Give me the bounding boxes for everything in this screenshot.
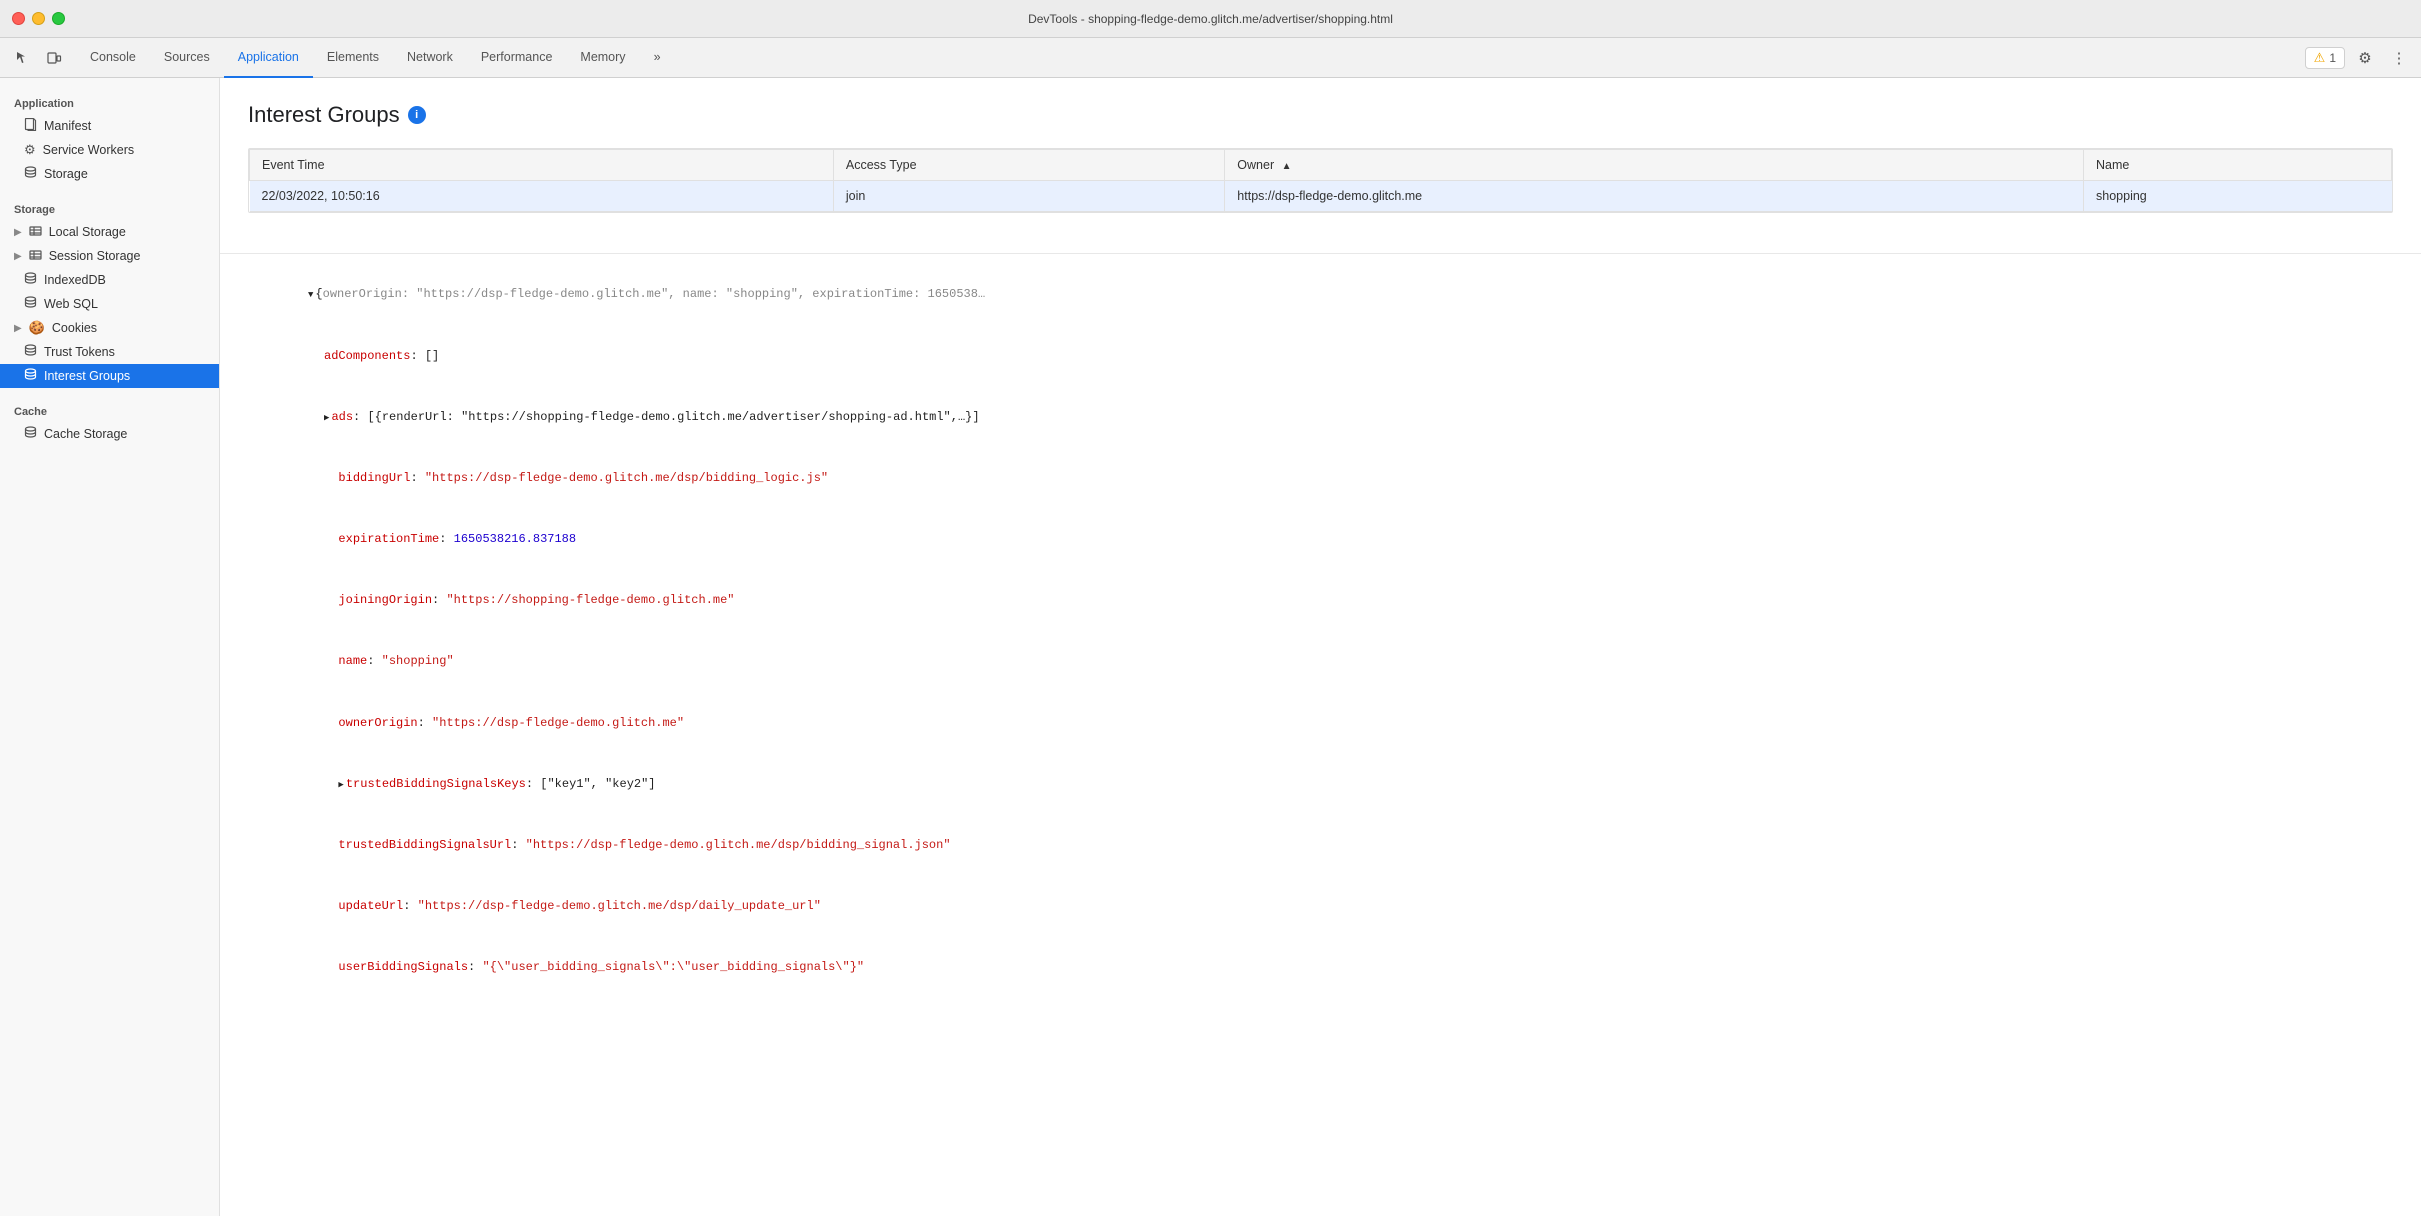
json-ads-line[interactable]: ads: [{renderUrl: "https://shopping-fled… — [236, 386, 2405, 447]
page-title: Interest Groups — [248, 102, 400, 128]
maximize-button[interactable] — [52, 12, 65, 25]
toolbar: Console Sources Application Elements Net… — [0, 38, 2421, 78]
sidebar-item-trust-tokens[interactable]: Trust Tokens — [0, 340, 219, 364]
warning-badge[interactable]: ⚠ 1 — [2305, 47, 2345, 69]
window-title: DevTools - shopping-fledge-demo.glitch.m… — [1028, 12, 1393, 26]
json-owner-origin: ownerOrigin: "https://dsp-fledge-demo.gl… — [236, 692, 2405, 753]
trust-tokens-icon — [24, 344, 37, 360]
tab-elements[interactable]: Elements — [313, 38, 393, 78]
cell-owner: https://dsp-fledge-demo.glitch.me — [1225, 181, 2084, 212]
json-user-bidding: userBiddingSignals: "{\"user_bidding_sig… — [236, 937, 2405, 998]
arrow-icon-cookies: ▶ — [14, 323, 22, 334]
sidebar-item-local-storage[interactable]: ▶ Local Storage — [0, 220, 219, 244]
minimize-button[interactable] — [32, 12, 45, 25]
tab-performance[interactable]: Performance — [467, 38, 567, 78]
sidebar-section-cache: Cache — [0, 396, 219, 422]
cell-event-time: 22/03/2022, 10:50:16 — [250, 181, 834, 212]
sidebar-section-storage: Storage — [0, 194, 219, 220]
expand-root[interactable] — [308, 288, 313, 303]
sidebar-item-cache-storage[interactable]: Cache Storage — [0, 422, 219, 446]
table-row[interactable]: 22/03/2022, 10:50:16 join https://dsp-fl… — [250, 181, 2392, 212]
arrow-icon-session: ▶ — [14, 251, 22, 262]
local-storage-icon — [29, 224, 42, 240]
json-root-line[interactable]: {ownerOrigin: "https://dsp-fledge-demo.g… — [236, 264, 2405, 325]
col-name[interactable]: Name — [2084, 150, 2392, 181]
inspect-icon[interactable] — [8, 44, 36, 72]
sidebar-item-interest-groups[interactable]: Interest Groups — [0, 364, 219, 388]
sidebar: Application Manifest ⚙ Service Workers — [0, 78, 220, 1216]
service-workers-icon: ⚙ — [24, 142, 36, 158]
sidebar-item-web-sql[interactable]: Web SQL — [0, 292, 219, 316]
json-update-url: updateUrl: "https://dsp-fledge-demo.glit… — [236, 876, 2405, 937]
cache-storage-icon — [24, 426, 37, 442]
warning-icon: ⚠ — [2314, 50, 2326, 66]
sidebar-item-session-storage[interactable]: ▶ Session Storage — [0, 244, 219, 268]
content-inner: Interest Groups i Event Time Access Type — [220, 78, 2421, 253]
toolbar-icon-group — [8, 44, 68, 72]
expand-ads[interactable] — [324, 411, 329, 426]
tab-console[interactable]: Console — [76, 38, 150, 78]
traffic-lights — [12, 12, 65, 25]
interest-groups-table: Event Time Access Type Owner ▲ — [249, 149, 2392, 212]
json-trusted-keys[interactable]: trustedBiddingSignalsKeys: ["key1", "key… — [236, 753, 2405, 814]
titlebar: DevTools - shopping-fledge-demo.glitch.m… — [0, 0, 2421, 38]
json-tree: {ownerOrigin: "https://dsp-fledge-demo.g… — [220, 253, 2421, 1008]
col-event-time[interactable]: Event Time — [250, 150, 834, 181]
session-storage-icon — [29, 248, 42, 264]
arrow-icon: ▶ — [14, 227, 22, 238]
tab-memory[interactable]: Memory — [566, 38, 639, 78]
sort-icon: ▲ — [1282, 161, 1292, 172]
json-joining-origin: joiningOrigin: "https://shopping-fledge-… — [236, 570, 2405, 631]
tab-network[interactable]: Network — [393, 38, 467, 78]
interest-groups-icon — [24, 368, 37, 384]
indexeddb-icon — [24, 272, 37, 288]
storage-icon — [24, 166, 37, 182]
tab-application[interactable]: Application — [224, 38, 313, 78]
json-ad-components: adComponents: [] — [236, 325, 2405, 386]
page-header: Interest Groups i — [248, 102, 2393, 128]
toolbar-right: ⚠ 1 ⚙ ⋮ — [2305, 44, 2413, 72]
content-area: Interest Groups i Event Time Access Type — [220, 78, 2421, 1216]
more-options-icon[interactable]: ⋮ — [2385, 44, 2413, 72]
json-expiration: expirationTime: 1650538216.837188 — [236, 509, 2405, 570]
tab-more[interactable]: » — [640, 38, 675, 78]
sidebar-item-manifest[interactable]: Manifest — [0, 114, 219, 138]
sidebar-section-application: Application — [0, 88, 219, 114]
sidebar-item-cookies[interactable]: ▶ 🍪 Cookies — [0, 316, 219, 340]
tab-sources[interactable]: Sources — [150, 38, 224, 78]
expand-trusted-keys[interactable] — [338, 778, 343, 793]
cell-access-type: join — [833, 181, 1224, 212]
col-owner[interactable]: Owner ▲ — [1225, 150, 2084, 181]
json-name: name: "shopping" — [236, 631, 2405, 692]
col-access-type[interactable]: Access Type — [833, 150, 1224, 181]
web-sql-icon — [24, 296, 37, 312]
sidebar-item-service-workers[interactable]: ⚙ Service Workers — [0, 138, 219, 162]
interest-groups-table-wrapper: Event Time Access Type Owner ▲ — [248, 148, 2393, 213]
main-layout: Application Manifest ⚙ Service Workers — [0, 78, 2421, 1216]
json-trusted-url: trustedBiddingSignalsUrl: "https://dsp-f… — [236, 815, 2405, 876]
manifest-icon — [24, 118, 37, 134]
sidebar-item-indexeddb[interactable]: IndexedDB — [0, 268, 219, 292]
info-icon[interactable]: i — [408, 106, 426, 124]
sidebar-item-storage-app[interactable]: Storage — [0, 162, 219, 186]
device-toolbar-icon[interactable] — [40, 44, 68, 72]
close-button[interactable] — [12, 12, 25, 25]
cookies-icon: 🍪 — [29, 320, 45, 336]
cell-name: shopping — [2084, 181, 2392, 212]
settings-icon[interactable]: ⚙ — [2351, 44, 2379, 72]
table-header-row: Event Time Access Type Owner ▲ — [250, 150, 2392, 181]
json-bidding-url: biddingUrl: "https://dsp-fledge-demo.gli… — [236, 448, 2405, 509]
